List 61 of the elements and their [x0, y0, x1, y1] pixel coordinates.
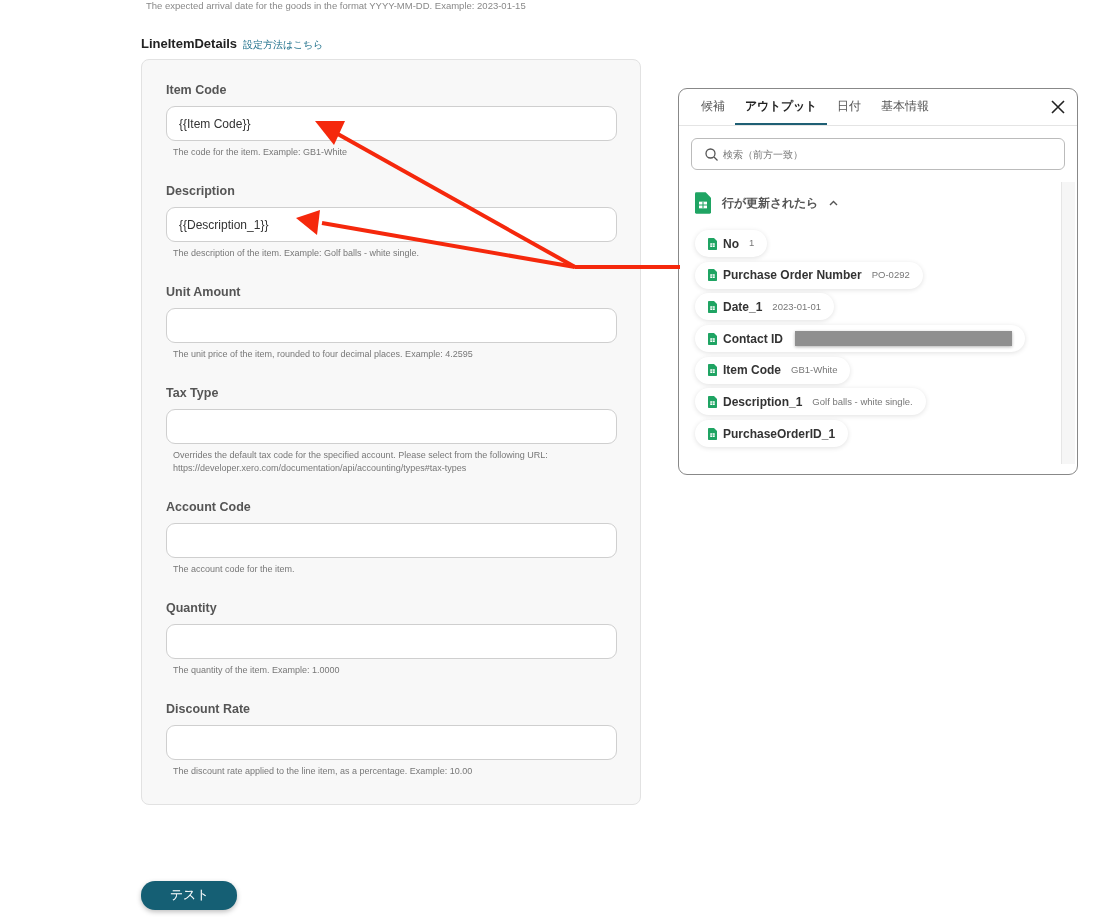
- spreadsheet-icon: [708, 300, 717, 313]
- tab[interactable]: 基本情報: [871, 89, 939, 125]
- input-field[interactable]: [166, 308, 617, 343]
- search-field[interactable]: 検索（前方一致）: [691, 138, 1065, 170]
- output-name: No: [723, 235, 739, 253]
- field-label: Unit Amount: [166, 285, 242, 300]
- output-name: Item Code: [723, 362, 781, 380]
- tab[interactable]: アウトプット: [735, 89, 827, 125]
- help-text: The code for the item. Example: GB1-White: [173, 146, 349, 159]
- group-title: 行が更新されたら: [722, 195, 818, 212]
- output-name: Contact ID: [723, 330, 783, 348]
- spreadsheet-icon: [708, 427, 717, 440]
- close-button[interactable]: [1051, 100, 1065, 114]
- input-field[interactable]: [166, 725, 617, 760]
- field-label: Item Code: [166, 83, 228, 98]
- field-label: Quantity: [166, 601, 218, 616]
- spreadsheet-icon: [708, 395, 717, 408]
- spreadsheet-icon: [695, 192, 711, 214]
- output-chip[interactable]: Description_1 Golf balls - white single.: [695, 388, 926, 416]
- output-name: Description_1: [723, 393, 803, 411]
- chevron-up-icon[interactable]: [829, 200, 838, 206]
- tab[interactable]: 日付: [827, 89, 871, 125]
- section-title: LineItemDetails: [141, 36, 238, 52]
- input-field[interactable]: [166, 624, 617, 659]
- field-label: Tax Type: [166, 386, 220, 401]
- output-chip[interactable]: Contact ID: [695, 325, 1025, 353]
- spreadsheet-icon: [708, 237, 717, 250]
- output-value: Golf balls - white single.: [812, 394, 913, 409]
- output-chip[interactable]: PurchaseOrderID_1: [695, 420, 849, 448]
- field-label: Account Code: [166, 500, 252, 515]
- help-text: The expected arrival date for the goods in the format YYYY-MM-DD. Example: 2023-01-15: [146, 0, 527, 12]
- help-text: The description of the item. Example: Golf balls - white single.: [173, 247, 421, 260]
- help-link[interactable]: 設定方法はこちら: [243, 37, 324, 53]
- tab[interactable]: 候補: [691, 89, 735, 125]
- input-field[interactable]: [166, 409, 617, 444]
- output-value: PO-0292: [871, 268, 910, 283]
- field-label: Description: [166, 184, 236, 199]
- spreadsheet-icon: [708, 364, 717, 377]
- output-value: 2023-01-01: [772, 299, 821, 314]
- help-text: Overrides the default tax code for the specified account. Please select from the following URL: https://developer.xero.com/documentation/api/accounting/types#tax-types: [173, 449, 549, 475]
- help-text: The unit price of the item, rounded to four decimal places. Example: 4.2595: [173, 348, 474, 361]
- output-chip[interactable]: No 1: [695, 230, 768, 257]
- output-name: Date_1: [723, 298, 763, 316]
- help-text: The account code for the item.: [173, 563, 296, 576]
- input-field[interactable]: [166, 523, 617, 558]
- output-chip[interactable]: Item Code GB1-White: [695, 356, 851, 384]
- output-value: 1: [749, 236, 755, 251]
- output-name: PurchaseOrderID_1: [723, 425, 836, 443]
- field-label: Discount Rate: [166, 702, 252, 717]
- input-field[interactable]: {{Description_1}}: [166, 207, 617, 242]
- output-chip[interactable]: Date_1 2023-01-01: [695, 293, 834, 321]
- output-chip[interactable]: Purchase Order Number PO-0292: [695, 261, 923, 289]
- help-text: The discount rate applied to the line item, as a percentage. Example: 10.00: [173, 765, 474, 778]
- input-field[interactable]: {{Item Code}}: [166, 106, 617, 141]
- help-text: The quantity of the item. Example: 1.0000: [173, 664, 341, 677]
- scrollbar[interactable]: [1061, 182, 1075, 464]
- test-button[interactable]: テスト: [141, 881, 237, 910]
- output-name: Purchase Order Number: [723, 267, 862, 285]
- output-value: GB1-White: [791, 363, 838, 378]
- spreadsheet-icon: [708, 269, 717, 282]
- spreadsheet-icon: [708, 332, 717, 345]
